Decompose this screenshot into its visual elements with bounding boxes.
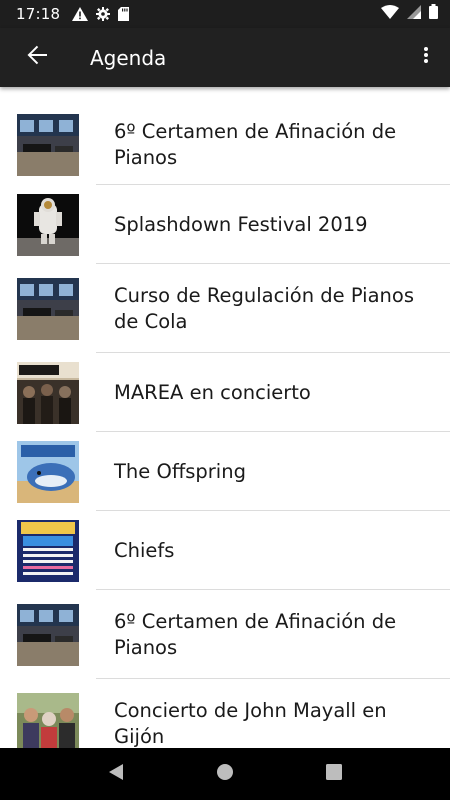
page-title: Agenda: [90, 45, 167, 70]
back-button[interactable]: [9, 30, 65, 86]
nav-home-button[interactable]: [201, 750, 249, 798]
warning-icon: [72, 7, 89, 21]
event-list[interactable]: 6º Certamen de Afinación de Pianos Splas…: [0, 87, 450, 748]
event-item[interactable]: 6º Certamen de Afinación de Pianos: [0, 105, 450, 185]
event-item[interactable]: The Offspring: [0, 432, 450, 511]
sd-card-icon: [118, 7, 130, 21]
system-nav-bar: [0, 748, 450, 800]
event-thumbnail: [17, 519, 79, 582]
event-item[interactable]: Splashdown Festival 2019: [0, 185, 450, 264]
event-item[interactable]: 6º Certamen de Afinación de Pianos: [0, 590, 450, 679]
event-thumbnail: [17, 603, 79, 666]
status-right: [381, 4, 438, 24]
battery-icon: [429, 4, 438, 24]
wifi-icon: [381, 4, 399, 24]
app-bar: Agenda: [0, 28, 450, 87]
event-item[interactable]: Curso de Regulación de Pianos de Cola: [0, 264, 450, 353]
gear-icon: [96, 7, 111, 21]
back-triangle-icon: [108, 763, 124, 786]
event-thumbnail: [17, 692, 79, 748]
event-title: 6º Certamen de Afinación de Pianos: [114, 609, 397, 659]
event-title: Concierto de John Mayall en Gijón: [114, 698, 387, 748]
recents-square-icon: [325, 763, 342, 785]
cell-signal-icon: [407, 4, 421, 24]
arrow-back-icon: [26, 44, 48, 71]
nav-back-button[interactable]: [92, 750, 140, 798]
event-thumbnail: [17, 114, 79, 176]
overflow-menu-button[interactable]: [402, 30, 450, 86]
event-item[interactable]: MAREA en concierto: [0, 353, 450, 432]
event-title: The Offspring: [114, 459, 246, 483]
event-title: MAREA en concierto: [114, 380, 311, 404]
status-bar: 17:18: [0, 0, 450, 28]
nav-recents-button[interactable]: [310, 750, 358, 798]
event-item[interactable]: Concierto de John Mayall en Gijón: [0, 679, 450, 748]
event-thumbnail: [17, 440, 79, 503]
event-thumbnail: [17, 193, 79, 256]
status-time: 17:18: [16, 5, 61, 23]
home-circle-icon: [216, 763, 234, 786]
event-title: 6º Certamen de Afinación de Pianos: [114, 120, 397, 169]
event-item[interactable]: Chiefs: [0, 511, 450, 590]
screen: 17:18 Agenda 6º Certamen de Afinación de…: [0, 0, 450, 800]
event-title: Chiefs: [114, 538, 175, 562]
event-title: Splashdown Festival 2019: [114, 212, 368, 236]
event-thumbnail: [17, 277, 79, 340]
more-vert-icon: [423, 46, 429, 69]
event-title: Curso de Regulación de Pianos de Cola: [114, 283, 414, 333]
event-thumbnail: [17, 361, 79, 424]
